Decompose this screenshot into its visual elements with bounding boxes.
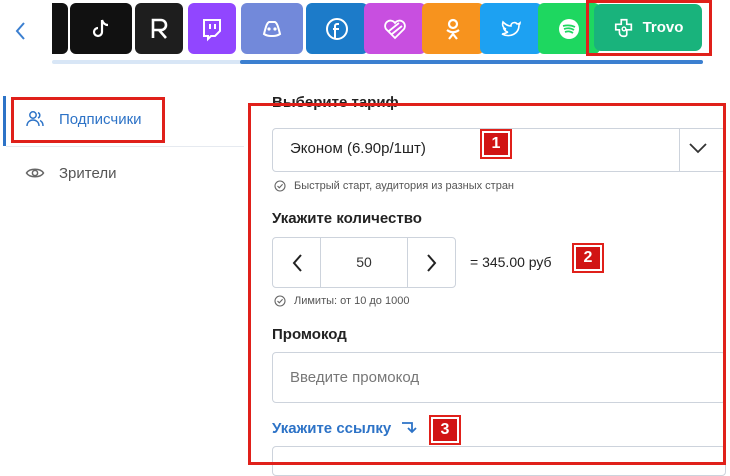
chevron-left-icon: [15, 22, 25, 40]
annotation-badge-1: 1: [480, 129, 512, 159]
scroll-left-button[interactable]: [8, 20, 32, 48]
odnoklassniki-button[interactable]: [422, 3, 484, 54]
facebook-icon: [326, 17, 348, 40]
spotify-icon: [559, 18, 579, 39]
trovo-label: Trovo: [642, 19, 684, 36]
discord-icon: [262, 20, 282, 37]
eye-icon: [25, 168, 45, 178]
facebook-button[interactable]: [306, 3, 368, 54]
annotation-badge-2: 2: [572, 243, 604, 273]
sidebar-divider: [6, 146, 244, 147]
sidebar-item-viewers[interactable]: Зрители: [25, 163, 116, 183]
sidebar-item-label: Зрители: [59, 164, 117, 182]
trovo-icon: [614, 18, 632, 37]
rumble-button[interactable]: [135, 3, 183, 54]
subscribers-highlight: [11, 97, 165, 143]
platform-partial-tile[interactable]: [52, 3, 68, 54]
heart-stripes-icon: [384, 19, 406, 39]
likee-button[interactable]: [364, 3, 426, 54]
ok-icon: [446, 18, 460, 40]
r-logo-icon: [151, 18, 168, 39]
twitter-button[interactable]: [480, 3, 542, 54]
tiktok-button[interactable]: [70, 3, 132, 54]
platform-scroll-thumb[interactable]: [240, 60, 703, 64]
twitter-icon: [501, 20, 521, 36]
tiktok-icon: [92, 19, 109, 37]
sidebar-active-indicator: [3, 96, 6, 146]
discord-button[interactable]: [241, 3, 303, 54]
trovo-button[interactable]: Trovo: [594, 4, 702, 51]
twitch-icon: [203, 18, 221, 41]
annotation-badge-3: 3: [429, 415, 461, 445]
twitch-button[interactable]: [188, 3, 236, 54]
